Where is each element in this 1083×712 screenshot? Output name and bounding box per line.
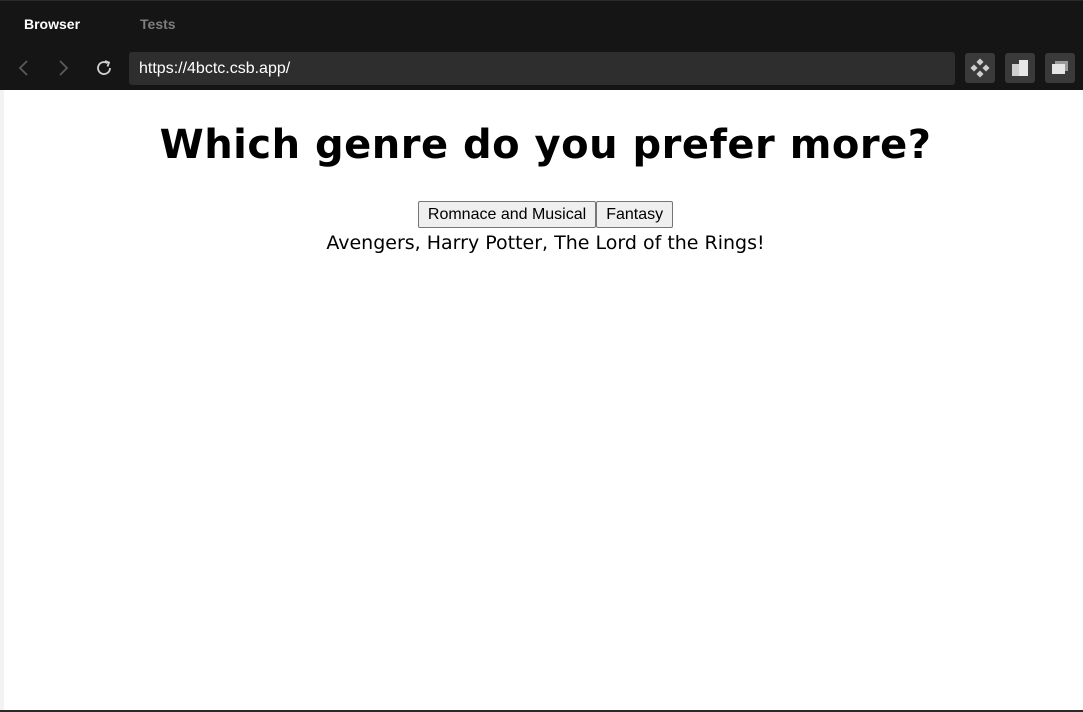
recommendation-text: Avengers, Harry Potter, The Lord of the …: [326, 232, 765, 254]
tab-browser[interactable]: Browser: [0, 1, 104, 47]
tab-tests[interactable]: Tests: [104, 1, 200, 47]
address-bar[interactable]: https://4bctc.csb.app/: [129, 52, 955, 85]
page-heading: Which genre do you prefer more?: [159, 122, 932, 168]
fantasy-button[interactable]: Fantasy: [596, 201, 674, 228]
open-new-window-icon[interactable]: [1045, 53, 1075, 83]
tab-strip: Browser Tests: [0, 1, 200, 47]
reload-icon[interactable]: [89, 53, 119, 83]
browser-chrome: Browser Tests https://4bctc.csb.app/: [0, 0, 1083, 90]
split-view-icon[interactable]: [1005, 53, 1035, 83]
genre-button-group: Romnace and Musical Fantasy: [4, 201, 1083, 228]
back-arrow-icon[interactable]: [9, 53, 39, 83]
forward-arrow-icon[interactable]: [48, 53, 78, 83]
romance-musical-button[interactable]: Romnace and Musical: [417, 201, 597, 228]
codesandbox-icon[interactable]: [965, 53, 995, 83]
page-viewport: Which genre do you prefer more? Romnace …: [0, 90, 1083, 710]
navigation-bar: https://4bctc.csb.app/: [0, 47, 1083, 91]
